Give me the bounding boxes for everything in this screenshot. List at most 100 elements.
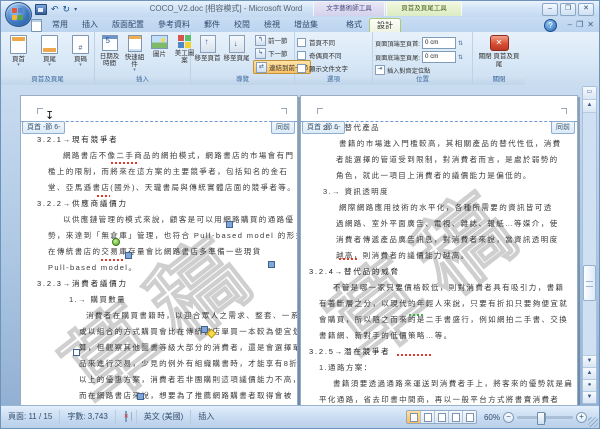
- doc-minimize-button[interactable]: –: [568, 20, 572, 29]
- ribbon-tab[interactable]: 郵件: [197, 18, 227, 32]
- text-boundary-mark: [317, 108, 323, 114]
- restore-button[interactable]: ❐: [560, 3, 576, 16]
- group-label: 頁首及頁尾: [1, 75, 94, 85]
- zoom-out-icon[interactable]: −: [503, 411, 514, 423]
- language-indicator[interactable]: 英文 (美國): [137, 410, 192, 424]
- status-bar: 頁面: 11 / 15 字數: 3,743 英文 (美國) 插入 60% − +: [1, 405, 599, 428]
- spinner-icon[interactable]: ⇅: [458, 40, 463, 47]
- ruler-toggle-icon[interactable]: ▭: [583, 87, 596, 100]
- vertical-scrollbar[interactable]: ▭ ▲ ▼ ▲ ● ▼: [582, 86, 597, 404]
- doc-restore-button[interactable]: ❐: [576, 20, 583, 29]
- ribbon-tab-row: 常用 插入 版面配置 參考資料 郵件 校閱 檢視 增益集 格式 設計 ? – ❐ ✕: [1, 17, 599, 32]
- ribbon-tab[interactable]: 檢視: [257, 18, 287, 32]
- checkbox-icon[interactable]: [297, 50, 306, 60]
- group-label: 選項: [295, 75, 372, 85]
- header-footer-button[interactable]: 頁首 ▾: [3, 34, 34, 69]
- resize-handle[interactable]: [226, 221, 233, 228]
- resize-handle[interactable]: [137, 393, 144, 400]
- text-boundary-mark: [561, 108, 567, 114]
- zoom-level[interactable]: 60%: [484, 413, 500, 422]
- rotate-handle[interactable]: [112, 238, 120, 246]
- doc-close-button[interactable]: ✕: [587, 20, 594, 29]
- measure-input[interactable]: 0 cm: [422, 51, 457, 63]
- option-checkbox-row[interactable]: 奇偶頁不同: [297, 50, 348, 60]
- ribbon-tab[interactable]: 增益集: [287, 18, 325, 32]
- option-checkbox-row[interactable]: 顯示文件文字: [297, 63, 348, 73]
- outline-view-icon[interactable]: [448, 411, 463, 423]
- text-line: 書籍須要透過通路來運送到消費者手上，將客來的優勢就是扁: [333, 379, 574, 388]
- ribbon-tab[interactable]: 參考資料: [151, 18, 197, 32]
- insert-mode-indicator[interactable]: 插入: [191, 410, 221, 424]
- insert-button[interactable]: 圖片: [147, 34, 172, 74]
- document-window-icon[interactable]: [31, 19, 42, 32]
- insert-alignment-tab[interactable]: ⇥ 插入對齊定位點: [375, 65, 463, 75]
- insert-button[interactable]: 快速組件 ▾: [122, 34, 147, 74]
- previous-page-icon[interactable]: ▲: [583, 367, 596, 379]
- resize-grip[interactable]: [588, 417, 598, 427]
- next-page-icon[interactable]: ▼: [583, 391, 596, 403]
- fullscreen-reading-view-icon[interactable]: [420, 411, 435, 423]
- text-line: 平化通路，省去印書中間商，再以一般平台方式將書賣消費者: [319, 395, 560, 404]
- text-line: Pull-based model。: [48, 263, 138, 272]
- ribbon-tab[interactable]: 校閱: [227, 18, 257, 32]
- checkbox-icon[interactable]: [297, 37, 306, 47]
- header-footer-button[interactable]: 頁尾 ▾: [34, 34, 65, 69]
- scroll-up-icon[interactable]: ▲: [583, 100, 596, 113]
- page-indicator[interactable]: 頁面: 11 / 15: [1, 410, 61, 424]
- group-options: 首頁不同 奇偶頁不同 顯示文件文字 選項: [295, 32, 373, 85]
- draft-view-icon[interactable]: [462, 411, 476, 423]
- close-button[interactable]: ✕: [578, 3, 594, 16]
- text-line: 消費者傳遞產品廣告訊息，對消費者來說，當資訊透明度: [336, 235, 559, 244]
- goto-button[interactable]: 移至頁首: [193, 34, 222, 63]
- group-label: 導覽: [191, 75, 294, 85]
- ribbon-tab[interactable]: 版面配置: [105, 18, 151, 32]
- resize-handle[interactable]: [268, 261, 275, 268]
- ribbon-tab[interactable]: 插入: [75, 18, 105, 32]
- ribbon-tab[interactable]: 設計: [369, 18, 401, 32]
- close-header-footer-button[interactable]: ✕ 關閉 頁首及頁尾: [477, 35, 521, 68]
- zoom-slider-thumb[interactable]: [537, 411, 545, 425]
- scrollbar-track[interactable]: [583, 113, 596, 355]
- option-checkbox-row[interactable]: 首頁不同: [297, 37, 348, 47]
- web-layout-view-icon[interactable]: [434, 411, 449, 423]
- minimize-button[interactable]: –: [542, 3, 558, 16]
- page-text: 2.→ 替代產品 書籍的市場進入門檻較高，其相關產品的替代性低，消費 者能選擇的管道…: [301, 120, 573, 406]
- measure-input[interactable]: 0 cm: [422, 37, 457, 49]
- goto-button[interactable]: 移至頁尾: [222, 34, 251, 63]
- qat-dropdown-icon[interactable]: ▾: [74, 6, 77, 13]
- resize-handle[interactable]: [73, 349, 80, 356]
- scrollbar-thumb[interactable]: [583, 265, 596, 302]
- header-footer-button[interactable]: 頁碼 ▾: [65, 34, 96, 69]
- zoom-slider[interactable]: [517, 411, 573, 425]
- ribbon-tab[interactable]: 格式: [339, 18, 369, 32]
- group-position: 頁面頂端至頁首: 0 cm ⇅ 頁面底端至頁尾: 0 cm ⇅ ⇥ 插入對齊定位…: [373, 32, 473, 85]
- text-line: 消費者在購買書籍時，以迎合眾人之需求、整套、一系列、: [86, 311, 298, 320]
- view-mode-switcher: [405, 410, 477, 424]
- dropdown-icon: ▾: [133, 67, 136, 73]
- text-boundary-mark: [37, 108, 43, 114]
- zoom-in-icon[interactable]: +: [576, 411, 587, 423]
- browse-object-icon[interactable]: ●: [583, 379, 596, 391]
- page-left[interactable]: 草稿 ↧ 頁首 -節 6- 同前 3.2.1→現有競爭者 網路書店不像二手商品的網…: [20, 95, 298, 406]
- text-cursor-icon: ↧: [45, 110, 55, 122]
- ribbon-tab[interactable]: 常用: [45, 18, 75, 32]
- proofing-status[interactable]: [116, 410, 137, 424]
- goto-icon: [228, 35, 245, 53]
- page-right[interactable]: 草稿 頁首 -節 6- 同前 2.→ 替代產品 書籍的市場進入門檻較高，其相關產品…: [300, 95, 578, 406]
- scroll-down-icon[interactable]: ▼: [583, 355, 596, 367]
- insert-button[interactable]: 日期及時間: [97, 34, 122, 74]
- checkbox-icon[interactable]: [297, 63, 306, 73]
- text-line: 以上的優惠方案，消費者若非團購則這項議價能力不高，: [79, 375, 298, 384]
- help-icon[interactable]: ?: [544, 19, 557, 32]
- spinner-icon[interactable]: ⇅: [458, 54, 463, 61]
- dropdown-icon: ▾: [79, 62, 82, 68]
- redo-icon[interactable]: ↻: [63, 4, 71, 14]
- word-count[interactable]: 字數: 3,743: [60, 410, 116, 424]
- text-line: 過網路、室外平面廣告、電視、雜誌、報紙…等媒介，使: [336, 219, 559, 228]
- undo-icon[interactable]: ↶: [51, 4, 59, 14]
- group-label: 關閉: [473, 75, 525, 85]
- save-icon[interactable]: [35, 3, 47, 15]
- resize-handle[interactable]: [125, 252, 132, 259]
- office-button[interactable]: [5, 2, 32, 27]
- print-layout-view-icon[interactable]: [406, 411, 421, 423]
